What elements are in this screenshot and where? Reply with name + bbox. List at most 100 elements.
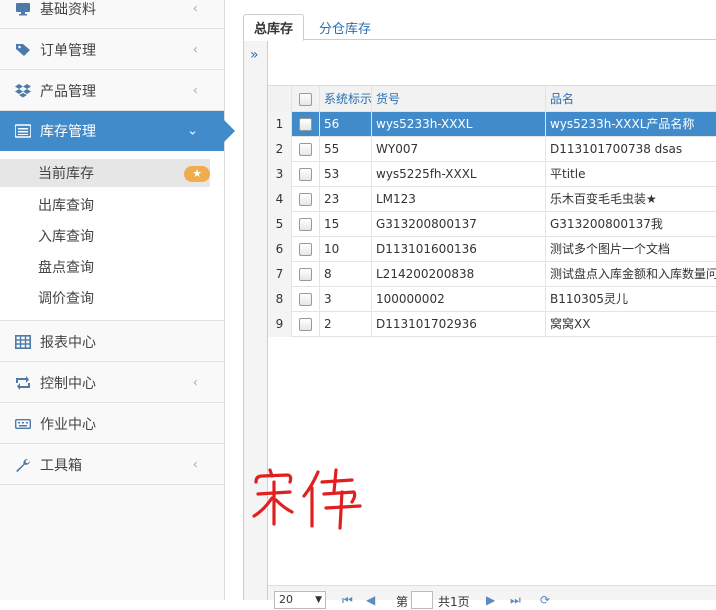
tab-total-inventory[interactable]: 总库存 — [243, 14, 305, 41]
checkbox[interactable] — [299, 318, 312, 331]
header-rownum — [268, 86, 292, 112]
table-row[interactable]: 4 23 LM123 乐木百变毛毛虫装★ — [268, 187, 716, 212]
grid-header: 系统标示 货号 品名 — [268, 86, 716, 112]
sidebar-item-label: 库存管理 — [40, 124, 96, 140]
chevron-down-icon: ⌄ — [187, 123, 198, 139]
checkbox[interactable] — [299, 193, 312, 206]
sidebar-item-job-center[interactable]: 作业中心 — [0, 404, 224, 444]
row-number: 6 — [268, 237, 292, 262]
table-row[interactable]: 1 56 wys5233h-XXXL wys5233h-XXXL产品名称 — [268, 112, 716, 137]
sidebar-item-basic-data[interactable]: 基础资料 ‹ — [0, 0, 224, 29]
cell-system-id: 23 — [320, 187, 372, 212]
table-row[interactable]: 8 3 100000002 B110305灵儿 — [268, 287, 716, 312]
row-number: 1 — [268, 112, 292, 137]
cell-item-code: L214200200838 — [372, 262, 546, 287]
last-page-icon[interactable]: ⏭ — [510, 593, 521, 608]
sidebar-item-orders[interactable]: 订单管理 ‹ — [0, 30, 224, 70]
table-icon — [14, 334, 32, 350]
submenu-item-label: 调价查询 — [38, 291, 94, 307]
grid-toolbar — [268, 41, 716, 86]
page-number-input[interactable] — [411, 591, 433, 609]
cell-item-code: wys5233h-XXXL — [372, 112, 546, 137]
submenu-item-current-stock[interactable]: 当前库存 ★ — [0, 159, 210, 187]
grid-empty-area — [268, 337, 716, 585]
checkbox[interactable] — [299, 143, 312, 156]
list-icon — [14, 123, 32, 139]
row-checkbox-cell[interactable] — [292, 112, 320, 137]
cell-product-name: wys5233h-XXXL产品名称 — [550, 117, 695, 131]
page-size-select[interactable]: 20 ▼ — [274, 591, 326, 609]
page-label-suffix: 共1页 — [438, 595, 470, 609]
cell-product-name: 平title — [550, 167, 586, 181]
cell-item-code: WY007 — [372, 137, 546, 162]
dropbox-icon — [14, 83, 32, 99]
checkbox[interactable] — [299, 218, 312, 231]
submenu-item-inbound-query[interactable]: 入库查询 — [0, 222, 224, 250]
pagination-bar: 20 ▼ ⏮ ◀ 第 共1页 ▶ ⏭ ⟳ — [268, 585, 716, 609]
sidebar-item-toolbox[interactable]: 工具箱 ‹ — [0, 445, 224, 485]
sidebar-item-inventory[interactable]: 库存管理 ⌄ — [0, 111, 235, 151]
header-select-all[interactable] — [292, 86, 320, 112]
checkbox[interactable] — [299, 243, 312, 256]
cell-item-code: 100000002 — [372, 287, 546, 312]
row-checkbox-cell[interactable] — [292, 212, 320, 237]
row-number: 2 — [268, 137, 292, 162]
checkbox[interactable] — [299, 168, 312, 181]
next-page-icon[interactable]: ▶ — [486, 593, 495, 607]
cell-item-code: G313200800137 — [372, 212, 546, 237]
table-row[interactable]: 3 53 wys5225fh-XXXL 平title — [268, 162, 716, 187]
submenu-item-stocktake-query[interactable]: 盘点查询 — [0, 253, 224, 281]
cell-item-code: D113101702936 — [372, 312, 546, 337]
checkbox[interactable] — [299, 268, 312, 281]
expand-icon[interactable]: » — [250, 47, 259, 63]
sidebar: 基础资料 ‹ 订单管理 ‹ 产品管理 ‹ 库存管理 ⌄ 当前库存 ★ 出库查询 … — [0, 0, 235, 600]
sidebar-item-label: 控制中心 — [40, 375, 96, 392]
submenu-item-outbound-query[interactable]: 出库查询 — [0, 191, 224, 219]
checkbox[interactable] — [299, 92, 312, 106]
row-checkbox-cell[interactable] — [292, 237, 320, 262]
prev-page-icon[interactable]: ◀ — [366, 593, 375, 607]
cell-system-id: 55 — [320, 137, 372, 162]
sidebar-item-products[interactable]: 产品管理 ‹ — [0, 71, 224, 111]
dropdown-arrow-icon: ▼ — [315, 595, 322, 605]
table-row[interactable]: 5 15 G313200800137 G313200800137我 — [268, 212, 716, 237]
tab-bar: 总库存 分仓库存 — [243, 14, 716, 41]
sidebar-item-control-center[interactable]: 控制中心 ‹ — [0, 363, 224, 403]
cell-item-code: LM123 — [372, 187, 546, 212]
table-row[interactable]: 2 55 WY007 D113101700738 dsas — [268, 137, 716, 162]
cell-system-id: 56 — [320, 112, 372, 137]
row-checkbox-cell[interactable] — [292, 312, 320, 337]
sidebar-item-reports[interactable]: 报表中心 — [0, 322, 224, 362]
cell-system-id: 3 — [320, 287, 372, 312]
checkbox[interactable] — [299, 293, 312, 306]
row-checkbox-cell[interactable] — [292, 162, 320, 187]
tab-warehouse-inventory[interactable]: 分仓库存 — [309, 14, 381, 41]
table-row[interactable]: 9 2 D113101702936 窝窝XX — [268, 312, 716, 337]
header-product-name[interactable]: 品名 — [546, 86, 716, 112]
first-page-icon[interactable]: ⏮ — [342, 593, 353, 608]
table-row[interactable]: 7 8 L214200200838 测试盘点入库金额和入库数量问 — [268, 262, 716, 287]
sidebar-item-label: 基础资料 — [40, 1, 96, 18]
wrench-icon — [14, 457, 32, 473]
chevron-left-icon: ‹ — [192, 375, 198, 390]
header-system-id[interactable]: 系统标示 — [320, 86, 372, 112]
handwritten-signature — [252, 468, 362, 530]
row-checkbox-cell[interactable] — [292, 137, 320, 162]
star-icon: ★ — [184, 166, 210, 182]
row-number: 4 — [268, 187, 292, 212]
refresh-icon[interactable]: ⟳ — [540, 593, 550, 607]
cell-product-name: 窝窝XX — [550, 317, 591, 331]
table-row[interactable]: 6 10 D113101600136 测试多个图片一个文档 — [268, 237, 716, 262]
submenu-item-label: 当前库存 — [38, 166, 94, 182]
chevron-left-icon: ‹ — [192, 457, 198, 472]
row-checkbox-cell[interactable] — [292, 287, 320, 312]
header-item-code[interactable]: 货号 — [372, 86, 546, 112]
checkbox[interactable] — [299, 118, 312, 131]
submenu-item-price-adjust-query[interactable]: 调价查询 — [0, 284, 224, 312]
sidebar-item-label: 工具箱 — [40, 457, 82, 474]
cell-item-code: D113101600136 — [372, 237, 546, 262]
row-checkbox-cell[interactable] — [292, 187, 320, 212]
row-checkbox-cell[interactable] — [292, 262, 320, 287]
cell-item-code: wys5225fh-XXXL — [372, 162, 546, 187]
tag-icon — [14, 42, 32, 58]
